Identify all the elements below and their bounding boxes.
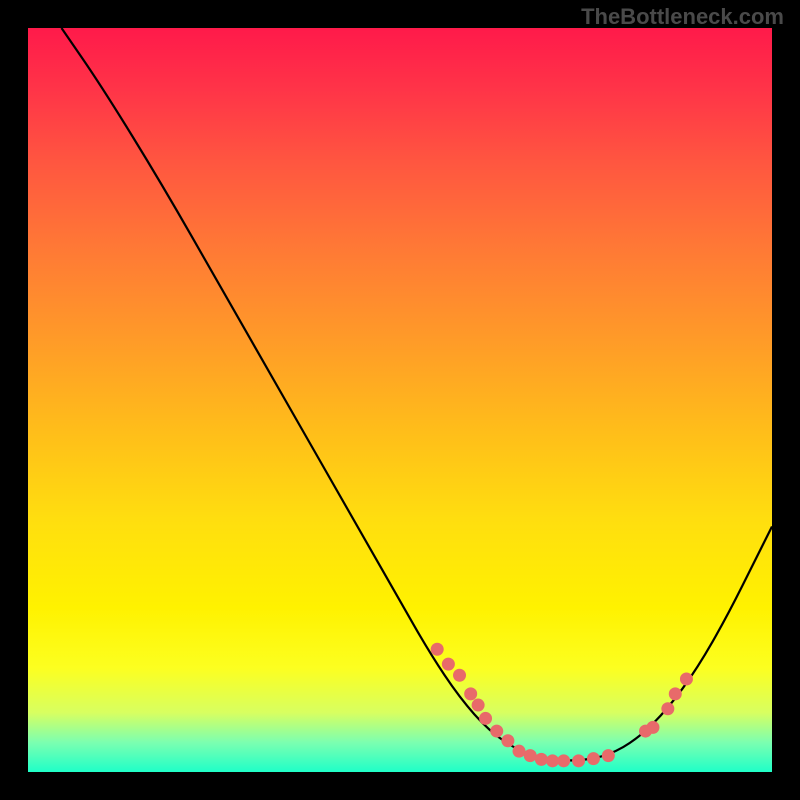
data-point bbox=[602, 749, 615, 762]
data-point bbox=[442, 658, 455, 671]
data-point bbox=[546, 754, 559, 767]
data-point bbox=[669, 687, 682, 700]
watermark-text: TheBottleneck.com bbox=[581, 4, 784, 30]
data-point bbox=[479, 712, 492, 725]
data-point bbox=[501, 734, 514, 747]
data-point bbox=[572, 754, 585, 767]
data-point bbox=[587, 752, 600, 765]
data-point bbox=[557, 754, 570, 767]
data-point bbox=[472, 699, 485, 712]
data-point bbox=[464, 687, 477, 700]
data-point bbox=[453, 669, 466, 682]
bottleneck-curve bbox=[61, 28, 772, 761]
chart-svg bbox=[28, 28, 772, 772]
data-point bbox=[431, 643, 444, 656]
data-point bbox=[513, 745, 526, 758]
data-markers bbox=[431, 643, 693, 768]
data-point bbox=[661, 702, 674, 715]
data-point bbox=[646, 721, 659, 734]
data-point bbox=[524, 749, 537, 762]
data-point bbox=[490, 725, 503, 738]
data-point bbox=[535, 753, 548, 766]
plot-area bbox=[28, 28, 772, 772]
data-point bbox=[680, 673, 693, 686]
